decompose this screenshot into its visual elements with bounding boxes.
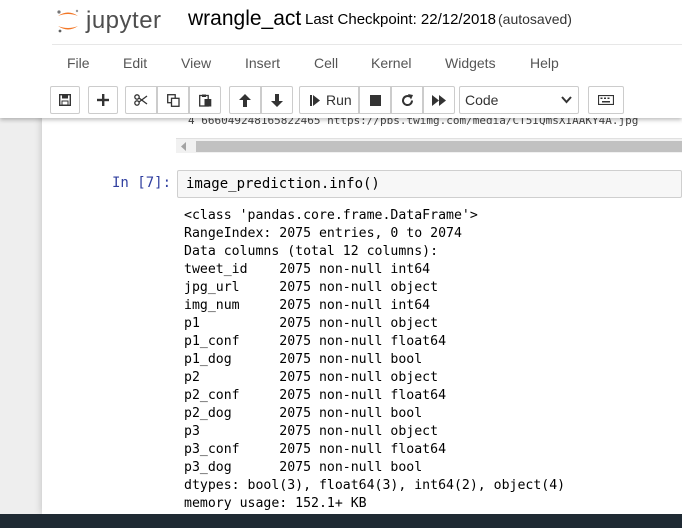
output-line: p2 2075 non-null object — [184, 370, 439, 385]
copy-button[interactable] — [157, 86, 189, 114]
save-button[interactable] — [50, 86, 80, 114]
output-line: p1 2075 non-null object — [184, 316, 439, 331]
run-all-button[interactable] — [423, 86, 455, 114]
output-line: p2_conf 2075 non-null float64 — [184, 388, 447, 403]
interrupt-button[interactable] — [359, 86, 391, 114]
move-up-button[interactable] — [229, 86, 261, 114]
menu-help[interactable]: Help — [530, 55, 559, 71]
cell-prompt: In [7]: — [112, 175, 172, 191]
cut-button[interactable] — [125, 86, 157, 114]
cell-output: <class 'pandas.core.frame.DataFrame'> Ra… — [184, 207, 565, 513]
output-line: dtypes: bool(3), float64(3), int64(2), o… — [184, 478, 566, 493]
step-forward-icon — [310, 94, 320, 106]
arrow-up-icon — [239, 93, 251, 107]
notebook-header: jupyter wrangle_act Last Checkpoint: 22/… — [0, 0, 682, 118]
output-line: p3 2075 non-null object — [184, 424, 439, 439]
cell-type-select[interactable]: Code — [459, 86, 579, 114]
output-line: p1_conf 2075 non-null float64 — [184, 334, 447, 349]
checkpoint-status: Last Checkpoint: 22/12/2018 — [305, 11, 496, 28]
output-line: RangeIndex: 2075 entries, 0 to 2074 — [184, 226, 462, 241]
scissors-icon — [134, 94, 148, 106]
output-line: p2_dog 2075 non-null bool — [184, 406, 423, 421]
menu-insert[interactable]: Insert — [245, 55, 280, 71]
output-line: jpg_url 2075 non-null object — [184, 280, 439, 295]
output-line: img_num 2075 non-null int64 — [184, 298, 431, 313]
stop-icon — [369, 94, 381, 106]
output-line: p3_conf 2075 non-null float64 — [184, 442, 447, 457]
scrollbar-thumb[interactable] — [196, 141, 682, 152]
move-down-button[interactable] — [261, 86, 293, 114]
output-line: <class 'pandas.core.frame.DataFrame'> — [184, 208, 478, 223]
cell-type-value: Code — [465, 92, 499, 108]
code-cell-input[interactable]: image_prediction.info() — [177, 170, 682, 198]
menu-cell[interactable]: Cell — [314, 55, 338, 71]
notebook-name[interactable]: wrangle_act — [188, 7, 301, 31]
menubar: File Edit View Insert Cell Kernel Widget… — [52, 44, 682, 80]
paste-icon — [198, 94, 211, 107]
code-input-text[interactable]: image_prediction.info() — [186, 176, 380, 192]
chevron-down-icon — [561, 96, 572, 104]
fast-forward-icon — [432, 94, 446, 106]
menu-widgets[interactable]: Widgets — [445, 55, 496, 71]
horizontal-scrollbar[interactable] — [176, 138, 682, 153]
restart-icon — [401, 93, 413, 106]
output-line: Data columns (total 12 columns): — [184, 244, 439, 259]
autosave-status: (autosaved) — [498, 11, 572, 27]
scroll-left-icon[interactable] — [180, 142, 188, 151]
run-button[interactable]: Run — [299, 86, 359, 114]
arrow-down-icon — [271, 93, 283, 107]
plus-icon — [97, 94, 109, 106]
menu-edit[interactable]: Edit — [123, 55, 147, 71]
menu-file[interactable]: File — [67, 55, 90, 71]
jupyter-logo-icon — [57, 9, 79, 33]
command-palette-button[interactable] — [588, 86, 624, 114]
output-line: memory usage: 152.1+ KB — [184, 496, 367, 511]
restart-button[interactable] — [391, 86, 423, 114]
paste-button[interactable] — [189, 86, 221, 114]
logo-text: jupyter — [86, 7, 162, 34]
menu-kernel[interactable]: Kernel — [371, 55, 411, 71]
menu-view[interactable]: View — [181, 55, 211, 71]
toolbar: Run Code — [50, 86, 682, 114]
output-line: p3_dog 2075 non-null bool — [184, 460, 423, 475]
insert-cell-button[interactable] — [88, 86, 118, 114]
save-icon — [59, 94, 71, 106]
jupyter-logo[interactable]: jupyter — [56, 5, 162, 37]
output-line: tweet_id 2075 non-null int64 — [184, 262, 431, 277]
copy-icon — [166, 93, 180, 107]
output-line: p1_dog 2075 non-null bool — [184, 352, 423, 367]
keyboard-icon — [598, 95, 614, 105]
run-button-label: Run — [326, 92, 352, 108]
bottom-taskbar — [0, 514, 682, 528]
